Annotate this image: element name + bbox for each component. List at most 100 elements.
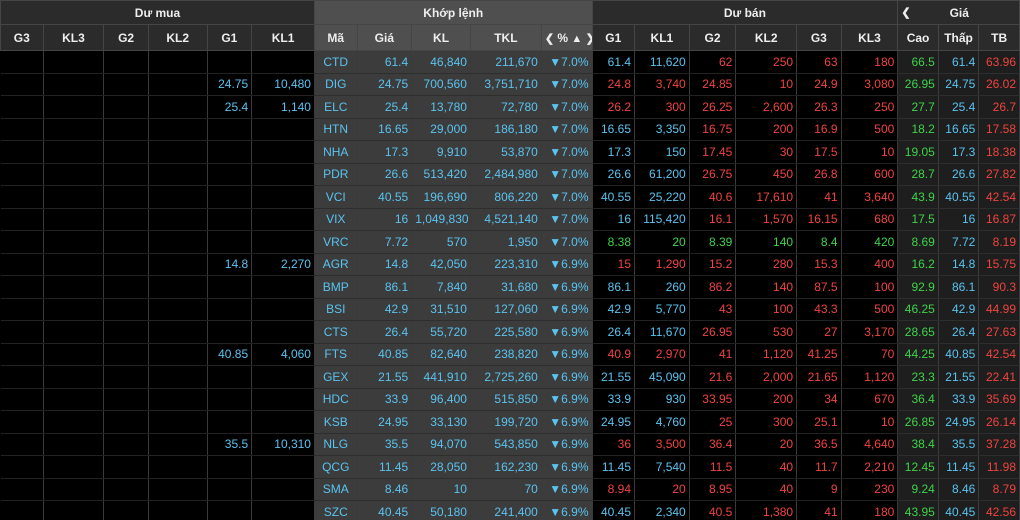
sell-g3-cell[interactable]: 17.5 — [796, 140, 842, 164]
buy-kl2-cell[interactable] — [148, 140, 208, 164]
sell-kl1-cell[interactable]: 11,620 — [634, 50, 690, 74]
sell-kl3-cell[interactable]: 600 — [841, 163, 899, 186]
table-row[interactable]: HTN 16.65 29,000 186,180 ▼7.0% 16.65 3,350 16.7… — [0, 118, 1020, 141]
sell-g1-cell[interactable]: 26.4 — [592, 320, 636, 344]
buy-kl1-cell[interactable]: 4,060 — [251, 343, 315, 366]
buy-g1-cell[interactable] — [207, 320, 253, 344]
buy-g2-cell[interactable] — [103, 140, 149, 164]
buy-g3-cell[interactable] — [0, 163, 44, 186]
buy-kl3-cell[interactable] — [43, 118, 105, 141]
sell-g2-cell[interactable]: 41 — [689, 343, 737, 366]
column-header-sell-kl3[interactable]: KL3 — [840, 24, 899, 51]
buy-g2-cell[interactable] — [103, 410, 149, 434]
sell-g2-cell[interactable]: 40.5 — [689, 500, 737, 520]
sell-g3-cell[interactable]: 26.3 — [796, 95, 842, 119]
sell-kl1-cell[interactable]: 5,770 — [634, 298, 690, 321]
buy-g1-cell[interactable]: 35.5 — [207, 433, 253, 456]
buy-kl2-cell[interactable] — [148, 455, 208, 479]
table-row[interactable]: 35.5 10,310 NLG 35.5 94,070 543,850 ▼6.9% 36 3,5… — [0, 433, 1020, 456]
sell-kl2-cell[interactable]: 1,120 — [735, 343, 798, 366]
symbol-cell[interactable]: SMA — [314, 478, 358, 501]
buy-kl1-cell[interactable] — [251, 455, 315, 479]
buy-kl3-cell[interactable] — [43, 433, 105, 456]
buy-g1-cell[interactable]: 14.8 — [207, 253, 253, 276]
sell-g2-cell[interactable]: 25 — [689, 410, 737, 434]
sell-g1-cell[interactable]: 16 — [592, 208, 636, 231]
sell-g2-cell[interactable]: 33.95 — [689, 388, 737, 411]
sell-kl1-cell[interactable]: 4,760 — [634, 410, 690, 434]
sell-g1-cell[interactable]: 16.65 — [592, 118, 636, 141]
sell-kl1-cell[interactable]: 3,740 — [634, 73, 690, 96]
sell-kl1-cell[interactable]: 1,290 — [634, 253, 690, 276]
buy-g2-cell[interactable] — [103, 163, 149, 186]
column-header-buy-kl3[interactable]: KL3 — [42, 24, 105, 51]
sell-g2-cell[interactable]: 26.75 — [689, 163, 737, 186]
buy-kl2-cell[interactable] — [148, 95, 208, 119]
sell-kl3-cell[interactable]: 180 — [841, 50, 899, 74]
symbol-cell[interactable]: FTS — [314, 343, 358, 366]
buy-g2-cell[interactable] — [103, 50, 149, 74]
buy-kl1-cell[interactable]: 10,480 — [251, 73, 315, 96]
table-row[interactable]: BSI 42.9 31,510 127,060 ▼6.9% 42.9 5,770 43 100 4… — [0, 298, 1020, 321]
buy-g2-cell[interactable] — [103, 433, 149, 456]
sell-kl1-cell[interactable]: 260 — [634, 275, 690, 299]
sell-kl1-cell[interactable]: 2,970 — [634, 343, 690, 366]
buy-g1-cell[interactable] — [207, 118, 253, 141]
sell-g3-cell[interactable]: 21.65 — [796, 365, 842, 389]
sell-g1-cell[interactable]: 17.3 — [592, 140, 636, 164]
buy-g3-cell[interactable] — [0, 298, 44, 321]
symbol-cell[interactable]: HDC — [314, 388, 358, 411]
buy-g3-cell[interactable] — [0, 275, 44, 299]
sell-g1-cell[interactable]: 24.95 — [592, 410, 636, 434]
sell-kl1-cell[interactable]: 150 — [634, 140, 690, 164]
symbol-cell[interactable]: VRC — [314, 230, 358, 254]
sell-g3-cell[interactable]: 87.5 — [796, 275, 842, 299]
buy-g2-cell[interactable] — [103, 388, 149, 411]
buy-kl3-cell[interactable] — [43, 388, 105, 411]
buy-kl2-cell[interactable] — [148, 410, 208, 434]
column-header-sell-g2[interactable]: G2 — [688, 24, 737, 51]
sell-g2-cell[interactable]: 16.75 — [689, 118, 737, 141]
sell-g3-cell[interactable]: 36.5 — [796, 433, 842, 456]
sell-g1-cell[interactable]: 8.38 — [592, 230, 636, 254]
sell-kl3-cell[interactable]: 420 — [841, 230, 899, 254]
table-row[interactable]: CTS 26.4 55,720 225,580 ▼6.9% 26.4 11,670 26.95… — [0, 320, 1020, 344]
sell-kl2-cell[interactable]: 450 — [735, 163, 798, 186]
table-row[interactable]: HDC 33.9 96,400 515,850 ▼6.9% 33.9 930 33.95 200… — [0, 388, 1020, 411]
sell-g3-cell[interactable]: 27 — [796, 320, 842, 344]
buy-kl1-cell[interactable] — [251, 163, 315, 186]
sell-g3-cell[interactable]: 25.1 — [796, 410, 842, 434]
buy-g2-cell[interactable] — [103, 365, 149, 389]
sell-kl1-cell[interactable]: 20 — [634, 230, 690, 254]
buy-kl3-cell[interactable] — [43, 73, 105, 96]
symbol-cell[interactable]: PDR — [314, 163, 358, 186]
table-row[interactable]: BMP 86.1 7,840 31,680 ▼6.9% 86.1 260 86.2 140 87.… — [0, 275, 1020, 299]
buy-kl2-cell[interactable] — [148, 163, 208, 186]
sell-kl1-cell[interactable]: 3,350 — [634, 118, 690, 141]
sell-g3-cell[interactable]: 41 — [796, 500, 842, 520]
sell-kl1-cell[interactable]: 20 — [634, 478, 690, 501]
column-header-change-pct[interactable]: ❮ % ▲ ❯ — [540, 24, 593, 51]
buy-kl3-cell[interactable] — [43, 410, 105, 434]
sell-g1-cell[interactable]: 33.9 — [592, 388, 636, 411]
buy-g3-cell[interactable] — [0, 73, 44, 96]
buy-g1-cell[interactable] — [207, 410, 253, 434]
sell-kl3-cell[interactable]: 10 — [841, 140, 899, 164]
sell-kl3-cell[interactable]: 500 — [841, 298, 899, 321]
sell-kl3-cell[interactable]: 3,170 — [841, 320, 899, 344]
buy-kl1-cell[interactable] — [251, 365, 315, 389]
sell-kl3-cell[interactable]: 1,120 — [841, 365, 899, 389]
buy-g1-cell[interactable] — [207, 478, 253, 501]
buy-g3-cell[interactable] — [0, 343, 44, 366]
table-row[interactable]: 14.8 2,270 AGR 14.8 42,050 223,310 ▼6.9% 15 1,29… — [0, 253, 1020, 276]
sell-kl1-cell[interactable]: 45,090 — [634, 365, 690, 389]
buy-kl2-cell[interactable] — [148, 50, 208, 74]
symbol-cell[interactable]: QCG — [314, 455, 358, 479]
buy-kl2-cell[interactable] — [148, 433, 208, 456]
buy-g1-cell[interactable]: 24.75 — [207, 73, 253, 96]
sell-kl2-cell[interactable]: 140 — [735, 275, 798, 299]
buy-g1-cell[interactable] — [207, 230, 253, 254]
buy-kl1-cell[interactable]: 2,270 — [251, 253, 315, 276]
sell-kl3-cell[interactable]: 100 — [841, 275, 899, 299]
sell-g2-cell[interactable]: 26.95 — [689, 320, 737, 344]
